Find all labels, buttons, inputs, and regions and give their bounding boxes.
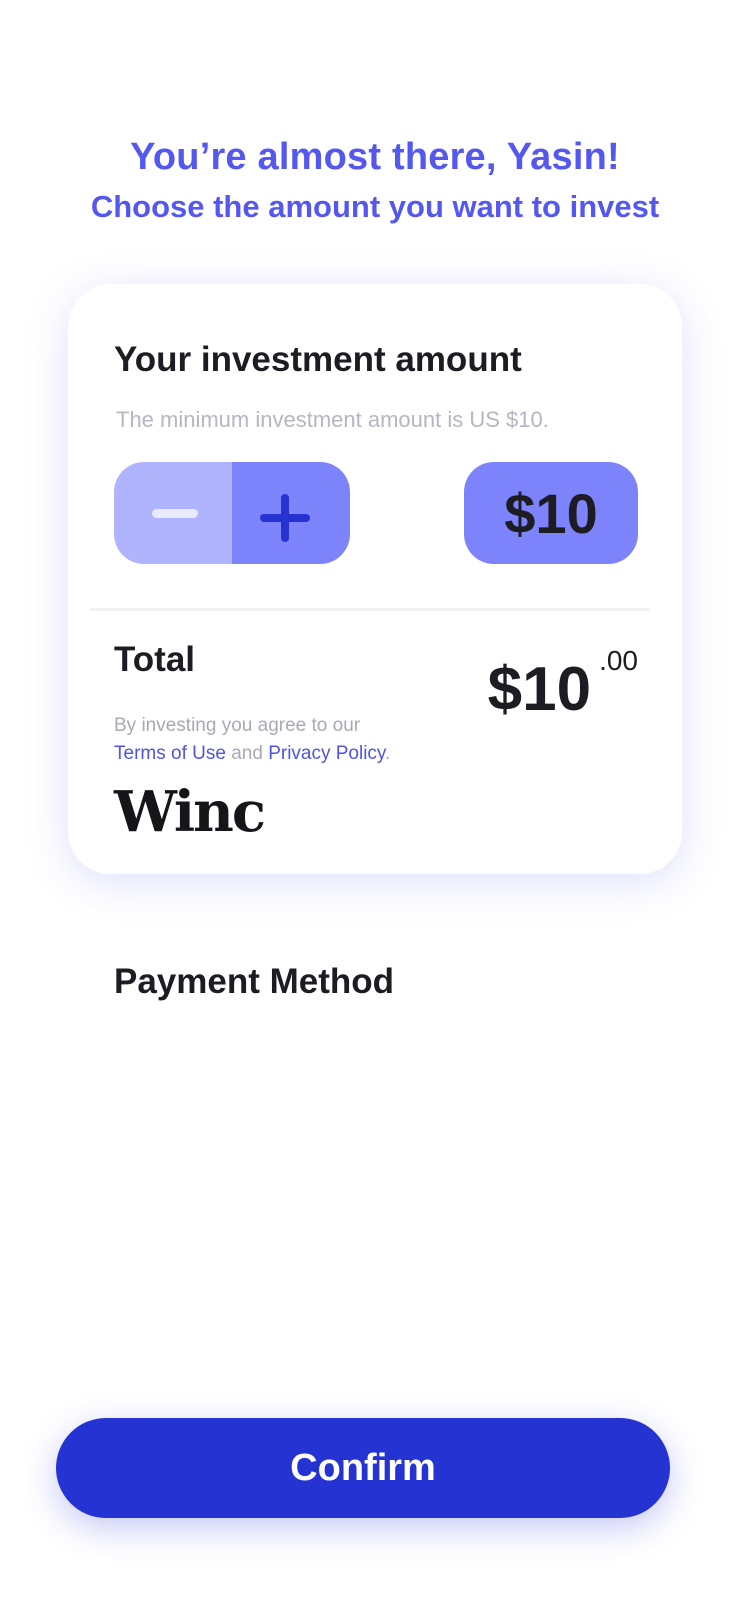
investment-card-title: Your investment amount: [114, 340, 522, 379]
agreement-and: and: [231, 743, 263, 764]
investment-amount-field[interactable]: $10: [464, 462, 638, 564]
agreement-prefix: By investing you agree to our: [114, 715, 361, 736]
terms-of-use-link[interactable]: Terms of Use: [114, 743, 226, 764]
brand-logo: Winc: [114, 779, 266, 845]
increment-button[interactable]: [232, 462, 350, 564]
total-amount-dollars: $10: [487, 655, 592, 724]
agreement-text: By investing you agree to our Terms of U…: [114, 712, 390, 768]
confirm-button[interactable]: Confirm: [56, 1418, 670, 1518]
page-title: You’re almost there, Yasin!: [130, 136, 620, 178]
divider: [90, 608, 650, 611]
page-header: You’re almost there, Yasin! Choose the a…: [0, 134, 750, 226]
total-label: Total: [114, 640, 196, 679]
total-amount-cents: .00: [599, 645, 638, 676]
decrement-button[interactable]: [114, 462, 232, 564]
investment-card: Your investment amount The minimum inves…: [68, 284, 682, 874]
minimum-amount-note: The minimum investment amount is US $10.: [116, 407, 549, 432]
payment-method-title: Payment Method: [114, 962, 395, 1001]
privacy-policy-link[interactable]: Privacy Policy: [268, 743, 385, 764]
page-subtitle: Choose the amount you want to invest: [90, 189, 660, 224]
total-amount: $10 .00: [488, 644, 638, 724]
amount-stepper: [114, 462, 350, 564]
agreement-period: .: [385, 743, 391, 764]
minus-icon: [152, 509, 198, 518]
